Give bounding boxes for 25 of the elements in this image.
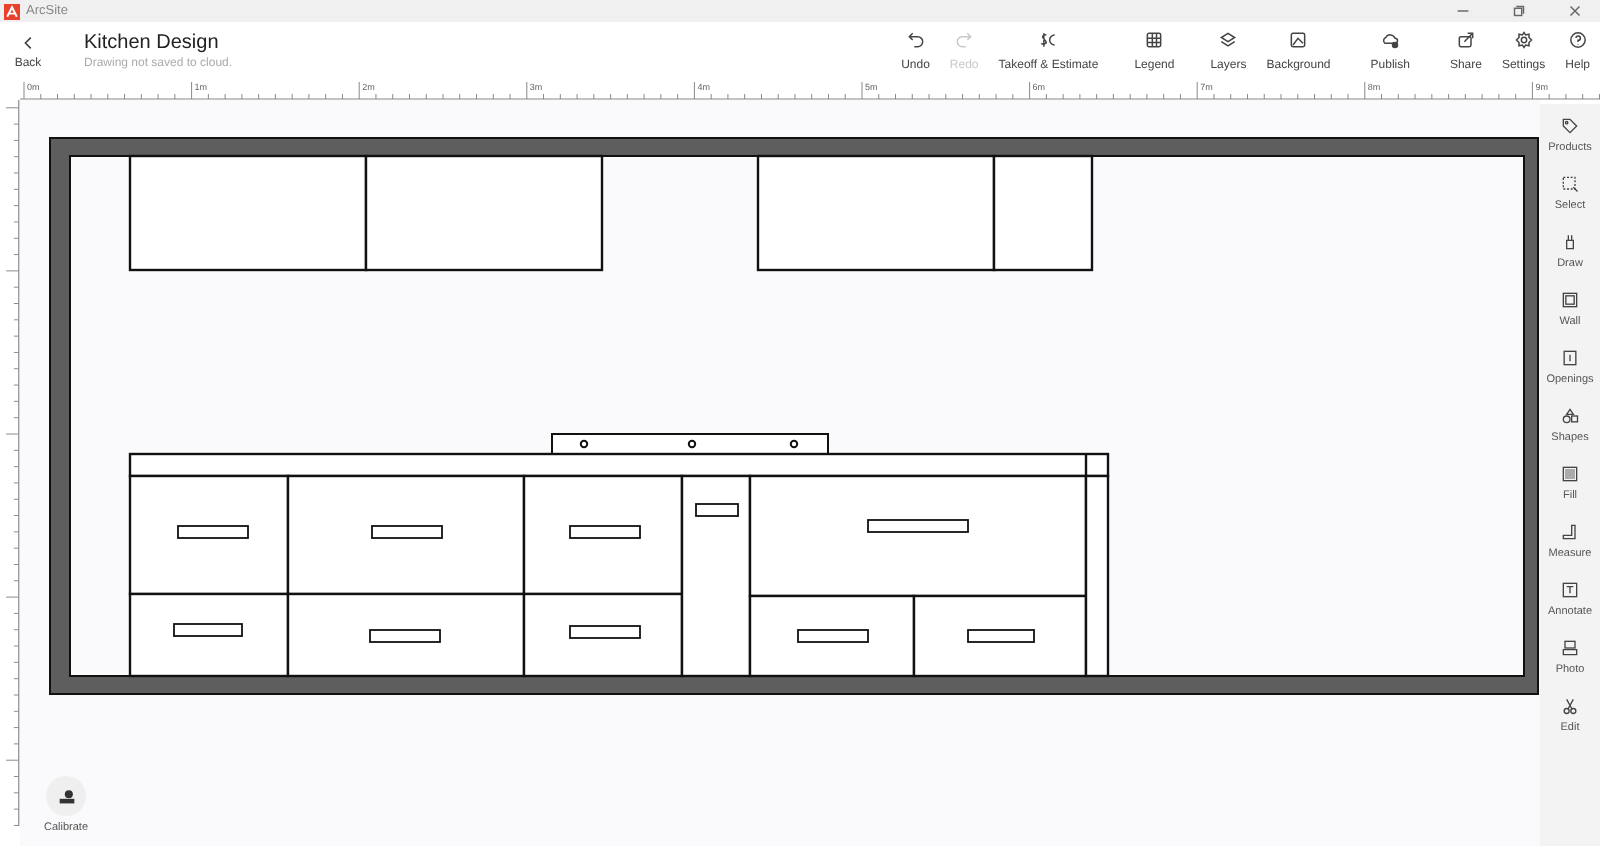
ruler-icon[interactable]: [1560, 522, 1580, 542]
layers-icon[interactable]: [1218, 30, 1239, 50]
calibrate-icon[interactable]: [55, 785, 77, 807]
fill-icon[interactable]: [1560, 464, 1580, 484]
dollar-icon[interactable]: [1038, 30, 1059, 50]
settings-icon[interactable]: [1513, 30, 1534, 50]
grid-icon[interactable]: [1144, 30, 1165, 50]
tag-icon[interactable]: [1560, 116, 1580, 136]
shapes-icon[interactable]: [1560, 406, 1580, 426]
wall-icon[interactable]: [1560, 290, 1580, 310]
cloud-icon[interactable]: [1380, 30, 1401, 50]
pen-icon[interactable]: [1560, 232, 1580, 252]
help-icon[interactable]: [1567, 30, 1588, 50]
back-icon[interactable]: [19, 33, 37, 51]
drawing-title: Kitchen Design: [84, 32, 221, 54]
door-icon[interactable]: [1559, 348, 1580, 368]
image-icon[interactable]: [1288, 30, 1309, 50]
share-icon[interactable]: [1455, 30, 1476, 50]
close-icon[interactable]: [1566, 2, 1584, 20]
undo-icon[interactable]: [905, 30, 926, 50]
scissors-icon[interactable]: [1560, 696, 1580, 716]
text-icon[interactable]: [1560, 580, 1580, 600]
restore-icon[interactable]: [1510, 2, 1528, 20]
selection-icon[interactable]: [1559, 174, 1580, 194]
camera-icon[interactable]: [1560, 638, 1580, 658]
